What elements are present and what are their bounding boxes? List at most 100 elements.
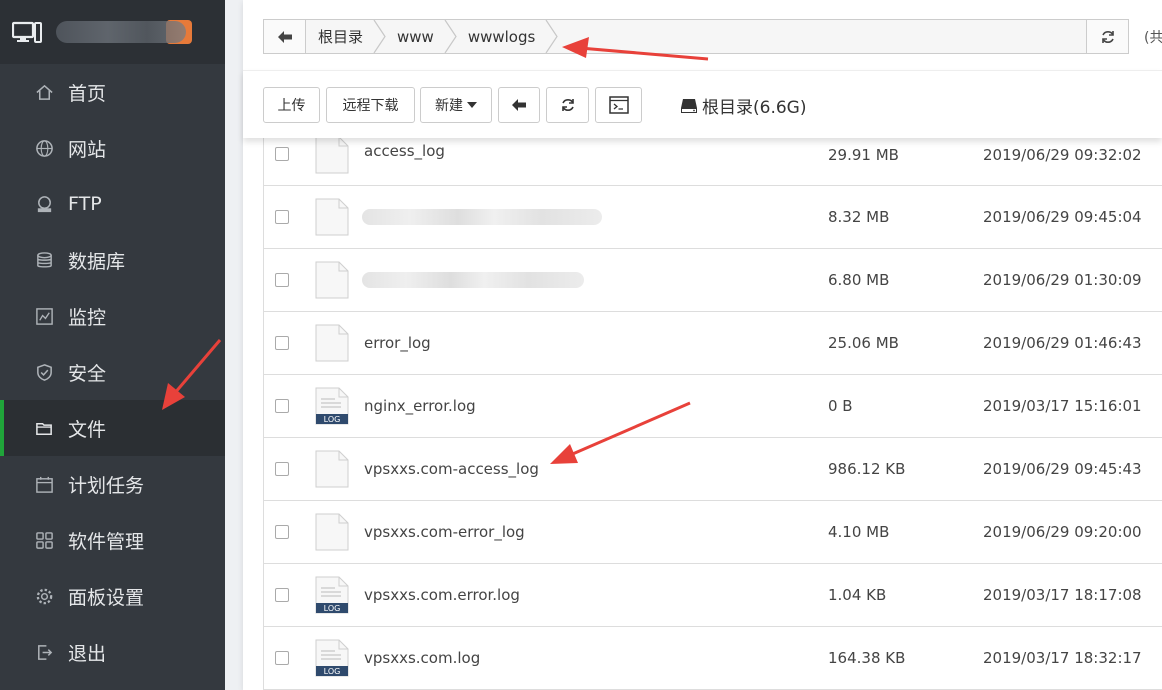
breadcrumb-separator xyxy=(545,20,559,53)
sidebar-item-label: 网站 xyxy=(68,138,107,161)
file-modified-date: 2019/06/29 01:46:43 xyxy=(983,334,1142,352)
sidebar-item-panel-settings[interactable]: 面板设置 xyxy=(0,568,225,624)
home-icon xyxy=(34,82,54,102)
apps-grid-icon xyxy=(34,530,54,550)
file-size: 986.12 KB xyxy=(828,460,906,478)
blurred-file-name[interactable] xyxy=(362,272,584,288)
sidebar-item-home[interactable]: 首页 xyxy=(0,64,225,120)
monitor-chart-icon xyxy=(34,306,54,326)
sidebar-item-monitor[interactable]: 监控 xyxy=(0,288,225,344)
file-icon xyxy=(315,513,349,551)
sidebar-item-label: 安全 xyxy=(68,362,107,385)
blurred-file-name[interactable] xyxy=(362,209,602,225)
calendar-icon xyxy=(34,474,54,494)
sidebar: 首页 网站 FTP 数据库 监控 安全 文件 计划任务 软件管理 面板设置 退出 xyxy=(0,0,225,690)
log-badge-text: LOG xyxy=(324,604,341,613)
file-row[interactable]: error_log 25.06 MB 2019/06/29 01:46:43 xyxy=(264,312,1162,375)
row-checkbox[interactable] xyxy=(275,525,289,539)
file-name[interactable]: nginx_error.log xyxy=(364,397,476,415)
refresh-icon xyxy=(561,99,574,111)
breadcrumb-wwwlogs[interactable]: wwwlogs xyxy=(456,20,559,53)
path-breadcrumb-bar: 根目录 www wwwlogs xyxy=(263,19,1129,54)
row-checkbox[interactable] xyxy=(275,651,289,665)
server-monitor-icon xyxy=(12,21,42,43)
logout-icon xyxy=(34,642,54,662)
file-row[interactable]: vpsxxs.com-access_log 986.12 KB 2019/06/29… xyxy=(264,438,1162,501)
sidebar-item-label: 首页 xyxy=(68,82,107,105)
upload-button[interactable]: 上传 xyxy=(263,87,320,123)
row-checkbox[interactable] xyxy=(275,588,289,602)
file-modified-date: 2019/06/29 09:45:43 xyxy=(983,460,1142,478)
file-row[interactable]: 6.80 MB 2019/06/29 01:30:09 xyxy=(264,249,1162,312)
sidebar-item-logout[interactable]: 退出 xyxy=(0,624,225,680)
sidebar-item-label: 数据库 xyxy=(68,250,126,273)
refresh-button[interactable] xyxy=(546,87,589,123)
sidebar-item-security[interactable]: 安全 xyxy=(0,344,225,400)
file-name[interactable]: vpsxxs.com.error.log xyxy=(364,586,520,604)
hard-disk-icon xyxy=(681,98,697,113)
path-refresh-button[interactable] xyxy=(1086,20,1128,53)
sidebar-item-files[interactable]: 文件 xyxy=(0,400,225,456)
back-button[interactable] xyxy=(498,87,540,123)
sidebar-item-cron[interactable]: 计划任务 xyxy=(0,456,225,512)
sidebar-menu: 首页 网站 FTP 数据库 监控 安全 文件 计划任务 软件管理 面板设置 退出 xyxy=(0,64,225,680)
file-size: 1.04 KB xyxy=(828,586,887,604)
breadcrumb-label: wwwlogs xyxy=(467,27,536,46)
sidebar-item-label: FTP xyxy=(68,193,102,215)
path-back-button[interactable] xyxy=(264,20,306,53)
gear-icon xyxy=(34,586,54,606)
sidebar-item-database[interactable]: 数据库 xyxy=(0,232,225,288)
new-button-label: 新建 xyxy=(435,98,463,114)
file-modified-date: 2019/06/29 09:32:02 xyxy=(983,146,1142,164)
file-name[interactable]: error_log xyxy=(364,334,431,352)
file-modified-date: 2019/03/17 18:17:08 xyxy=(983,586,1142,604)
sidebar-item-label: 监控 xyxy=(68,306,107,329)
file-modified-date: 2019/03/17 15:16:01 xyxy=(983,397,1142,415)
file-icon xyxy=(315,324,349,362)
sidebar-item-label: 退出 xyxy=(68,642,107,665)
file-count-text: (共 xyxy=(1144,30,1162,46)
path-input-area[interactable] xyxy=(557,20,1086,53)
sidebar-item-website[interactable]: 网站 xyxy=(0,120,225,176)
file-name[interactable]: access_log xyxy=(364,142,445,160)
file-modified-date: 2019/06/29 09:20:00 xyxy=(983,523,1142,541)
new-dropdown-button[interactable]: 新建 xyxy=(420,87,492,123)
file-icon xyxy=(315,198,349,236)
file-icon xyxy=(315,261,349,299)
row-checkbox[interactable] xyxy=(275,462,289,476)
row-checkbox[interactable] xyxy=(275,336,289,350)
file-name[interactable]: vpsxxs.com-access_log xyxy=(364,460,539,478)
file-name[interactable]: vpsxxs.com.log xyxy=(364,649,480,667)
row-checkbox[interactable] xyxy=(275,399,289,413)
file-row[interactable]: LOG nginx_error.log 0 B 2019/03/17 15:16:01 xyxy=(264,375,1162,438)
file-row[interactable]: LOG vpsxxs.com.error.log 1.04 KB 2019/03/17… xyxy=(264,564,1162,627)
file-row[interactable]: LOG vpsxxs.com.log 164.38 KB 2019/03/17 18:… xyxy=(264,627,1162,690)
file-icon xyxy=(315,450,349,488)
log-file-icon: LOG xyxy=(315,576,349,614)
file-size: 0 B xyxy=(828,397,853,415)
row-checkbox[interactable] xyxy=(275,147,289,161)
file-modified-date: 2019/03/17 18:32:17 xyxy=(983,649,1142,667)
globe-icon xyxy=(34,138,54,158)
arrow-left-icon xyxy=(277,30,292,43)
sidebar-item-ftp[interactable]: FTP xyxy=(0,176,225,232)
sidebar-item-software[interactable]: 软件管理 xyxy=(0,512,225,568)
sidebar-header xyxy=(0,0,225,64)
sidebar-item-label: 软件管理 xyxy=(68,530,145,553)
sidebar-item-label: 文件 xyxy=(68,418,107,441)
row-checkbox[interactable] xyxy=(275,210,289,224)
sidebar-item-label: 计划任务 xyxy=(68,474,145,497)
file-size: 164.38 KB xyxy=(828,649,906,667)
row-checkbox[interactable] xyxy=(275,273,289,287)
log-file-icon: LOG xyxy=(315,387,349,425)
file-row[interactable]: 8.32 MB 2019/06/29 09:45:04 xyxy=(264,186,1162,249)
terminal-icon xyxy=(608,96,629,114)
arrow-left-icon xyxy=(512,99,526,111)
file-name[interactable]: vpsxxs.com-error_log xyxy=(364,523,525,541)
remote-download-button[interactable]: 远程下载 xyxy=(326,87,415,123)
breadcrumb-root[interactable]: 根目录 xyxy=(306,20,386,53)
breadcrumb-www[interactable]: www xyxy=(385,20,457,53)
terminal-button[interactable] xyxy=(595,87,642,123)
file-row[interactable]: vpsxxs.com-error_log 4.10 MB 2019/06/29 09… xyxy=(264,501,1162,564)
file-toolbar: 上传 远程下载 新建 根目录(6.6G) xyxy=(243,70,1162,138)
